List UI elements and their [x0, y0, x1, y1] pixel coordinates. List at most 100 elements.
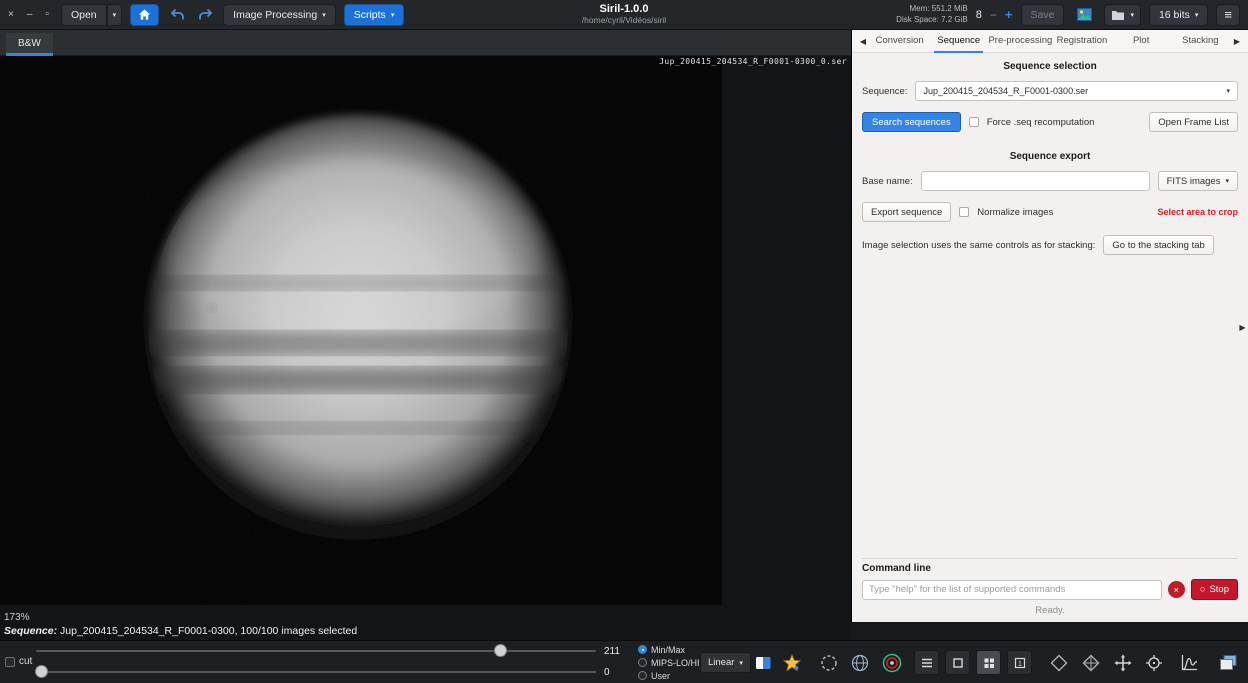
- crosshair-box-icon[interactable]: [1141, 650, 1166, 675]
- bit-depth-dropdown[interactable]: 16 bits ▾: [1149, 4, 1208, 26]
- maximize-icon[interactable]: ▫: [45, 9, 49, 20]
- radio-mips-label: MIPS-LO/HI: [651, 658, 700, 668]
- chevron-down-icon: ▾: [1226, 87, 1230, 95]
- stacking-note: Image selection uses the same controls a…: [862, 240, 1095, 251]
- folder-icon: [1111, 9, 1125, 21]
- hamburger-icon: ≡: [1224, 7, 1232, 22]
- command-line-heading: Command line: [862, 563, 1238, 574]
- export-format-value: FITS images: [1167, 176, 1221, 187]
- image-canvas[interactable]: [0, 56, 722, 605]
- chevron-down-icon: ▾: [113, 11, 117, 19]
- select-area-hint: Select area to crop: [1157, 207, 1238, 217]
- working-directory-button[interactable]: ▾: [1104, 4, 1141, 26]
- open-dropdown-button[interactable]: ▾: [107, 4, 123, 26]
- normalize-images-label: Normalize images: [977, 207, 1053, 218]
- move-arrows-icon[interactable]: [1110, 650, 1135, 675]
- diamond-cross-icon[interactable]: [1078, 650, 1103, 675]
- radio-icon: [638, 658, 647, 667]
- stop-button[interactable]: ○ Stop: [1191, 579, 1238, 600]
- minimize-icon[interactable]: –: [27, 9, 33, 20]
- redo-button[interactable]: [195, 5, 215, 25]
- home-button[interactable]: [130, 4, 159, 26]
- grid-squares-button[interactable]: [976, 650, 1001, 675]
- boxed-one-button[interactable]: 1: [1007, 650, 1032, 675]
- radio-user[interactable]: User: [638, 669, 700, 682]
- undo-button[interactable]: [167, 5, 187, 25]
- tabs-scroll-left-icon[interactable]: ◀: [856, 37, 870, 46]
- star-icon[interactable]: [779, 650, 804, 675]
- slider-handle[interactable]: [35, 665, 48, 678]
- export-sequence-label: Export sequence: [871, 207, 942, 218]
- radio-mips[interactable]: MIPS-LO/HI: [638, 656, 700, 669]
- split-square-icon[interactable]: [750, 650, 775, 675]
- command-line-section: Command line × ○ Stop Ready.: [862, 558, 1238, 616]
- command-input[interactable]: [862, 580, 1162, 600]
- tab-bw-label: B&W: [18, 38, 41, 49]
- export-format-dropdown[interactable]: FITS images ▾: [1158, 171, 1238, 191]
- normalize-images-checkbox[interactable]: [959, 207, 969, 217]
- high-cutoff-slider[interactable]: [36, 644, 596, 658]
- radio-user-label: User: [651, 671, 670, 681]
- dashed-circle-icon[interactable]: [816, 650, 841, 675]
- display-mode-dropdown[interactable]: Linear ▾: [700, 652, 751, 673]
- tab-plot[interactable]: Plot: [1112, 30, 1171, 53]
- concentric-circles-icon[interactable]: [879, 650, 904, 675]
- diamond-outline-icon[interactable]: [1046, 650, 1071, 675]
- base-name-input[interactable]: [921, 171, 1150, 191]
- tab-bw[interactable]: B&W: [6, 33, 53, 56]
- cascade-windows-icon[interactable]: [1216, 650, 1241, 675]
- panel-collapse-handle[interactable]: ▶: [1237, 317, 1248, 337]
- scripts-button[interactable]: Scripts ▾: [344, 4, 405, 26]
- sequence-combobox[interactable]: Jup_200415_204534_R_F0001-0300.ser ▾: [915, 81, 1238, 101]
- image-processing-button[interactable]: Image Processing ▾: [223, 4, 336, 26]
- memory-label: Mem: 551.2 MiB: [896, 4, 968, 15]
- sequence-status-line: Sequence: Jup_200415_204534_R_F0001-0300…: [4, 625, 357, 637]
- open-button[interactable]: Open: [61, 4, 107, 26]
- clear-command-button[interactable]: ×: [1168, 581, 1185, 598]
- radio-minmax[interactable]: Min/Max: [638, 643, 700, 656]
- save-label: Save: [1031, 9, 1055, 21]
- slider-track[interactable]: [36, 650, 596, 652]
- jupiter-image: [0, 56, 722, 605]
- export-sequence-button[interactable]: Export sequence: [862, 202, 951, 222]
- tab-conversion[interactable]: Conversion: [870, 30, 929, 53]
- radio-minmax-label: Min/Max: [651, 645, 685, 655]
- globe-grid-icon[interactable]: [847, 650, 872, 675]
- tabs-scroll-right-icon[interactable]: ▶: [1230, 37, 1244, 46]
- cut-checkbox[interactable]: [5, 657, 15, 667]
- force-seq-recompute-label: Force .seq recomputation: [987, 117, 1095, 128]
- zoom-out-button[interactable]: −: [990, 8, 997, 22]
- app-title: Siril-1.0.0: [582, 3, 666, 15]
- search-sequences-button[interactable]: Search sequences: [862, 112, 961, 132]
- tab-sequence[interactable]: Sequence: [929, 30, 988, 53]
- open-frame-list-button[interactable]: Open Frame List: [1149, 112, 1238, 132]
- search-sequences-label: Search sequences: [872, 117, 951, 128]
- close-icon[interactable]: ×: [8, 9, 14, 20]
- slider-track[interactable]: [36, 671, 596, 673]
- menu-button[interactable]: ≡: [1216, 4, 1240, 26]
- sequence-selection-heading: Sequence selection: [862, 61, 1238, 72]
- tab-stacking[interactable]: Stacking: [1171, 30, 1230, 53]
- sequence-combo-label: Sequence:: [862, 86, 907, 97]
- tab-registration[interactable]: Registration: [1052, 30, 1111, 53]
- tab-pre-processing[interactable]: Pre-processing: [988, 30, 1052, 53]
- chevron-down-icon: ▾: [739, 659, 743, 667]
- panel-tabs: ◀ Conversion Sequence Pre-processing Reg…: [852, 30, 1248, 53]
- histogram-icon[interactable]: [1177, 650, 1202, 675]
- photo-icon: [1077, 8, 1092, 21]
- slider-handle[interactable]: [494, 644, 507, 657]
- high-cutoff-value: 211: [604, 646, 620, 657]
- window-title: Siril-1.0.0 /home/cyril/Vidéos/siril: [582, 3, 666, 25]
- go-to-stacking-button[interactable]: Go to the stacking tab: [1103, 235, 1213, 255]
- svg-text:1: 1: [1018, 661, 1022, 668]
- square-outline-button[interactable]: [945, 650, 970, 675]
- low-cutoff-slider[interactable]: [36, 665, 596, 679]
- force-seq-recompute-checkbox[interactable]: [969, 117, 979, 127]
- zoom-in-button[interactable]: +: [1005, 7, 1013, 22]
- sequence-status-label: Sequence:: [4, 625, 57, 637]
- save-button[interactable]: Save: [1021, 4, 1065, 26]
- chevron-down-icon: ▾: [391, 11, 395, 19]
- snapshot-button[interactable]: [1072, 4, 1096, 26]
- disk-space-label: Disk Space: 7.2 GiB: [896, 15, 968, 26]
- lines-list-button[interactable]: [914, 650, 939, 675]
